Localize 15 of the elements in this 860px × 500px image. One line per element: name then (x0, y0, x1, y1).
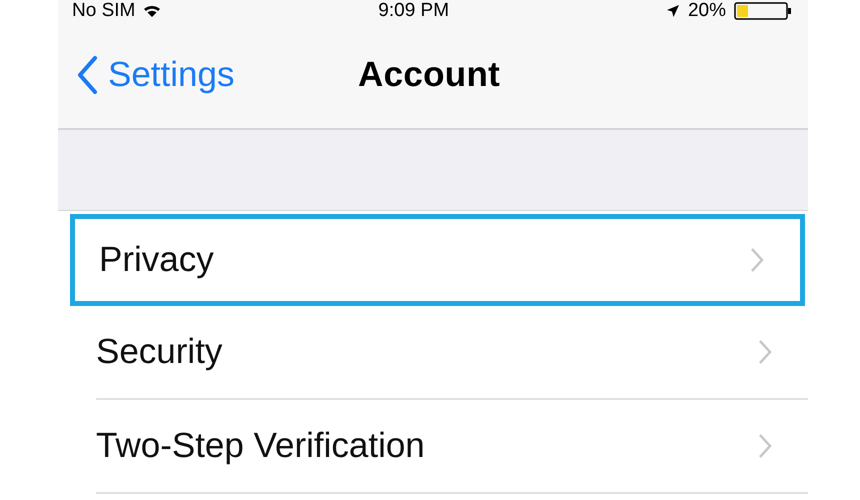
carrier-label: No SIM (72, 1, 136, 21)
chevron-right-icon (758, 433, 772, 459)
list-item[interactable]: Security (96, 306, 808, 400)
chevron-left-icon (76, 55, 98, 95)
chevron-right-icon (758, 339, 772, 365)
clock-time: 9:09 PM (378, 1, 450, 21)
wifi-icon (143, 4, 162, 18)
battery-percentage: 20% (688, 1, 726, 21)
chevron-right-icon (750, 247, 764, 273)
back-button[interactable]: Settings (58, 55, 234, 95)
screen-title: Account (358, 55, 500, 95)
location-arrow-icon (666, 4, 680, 18)
list-item[interactable]: Privacy (70, 214, 805, 306)
list-item[interactable]: Two-Step Verification (96, 400, 808, 494)
battery-icon (734, 2, 794, 20)
